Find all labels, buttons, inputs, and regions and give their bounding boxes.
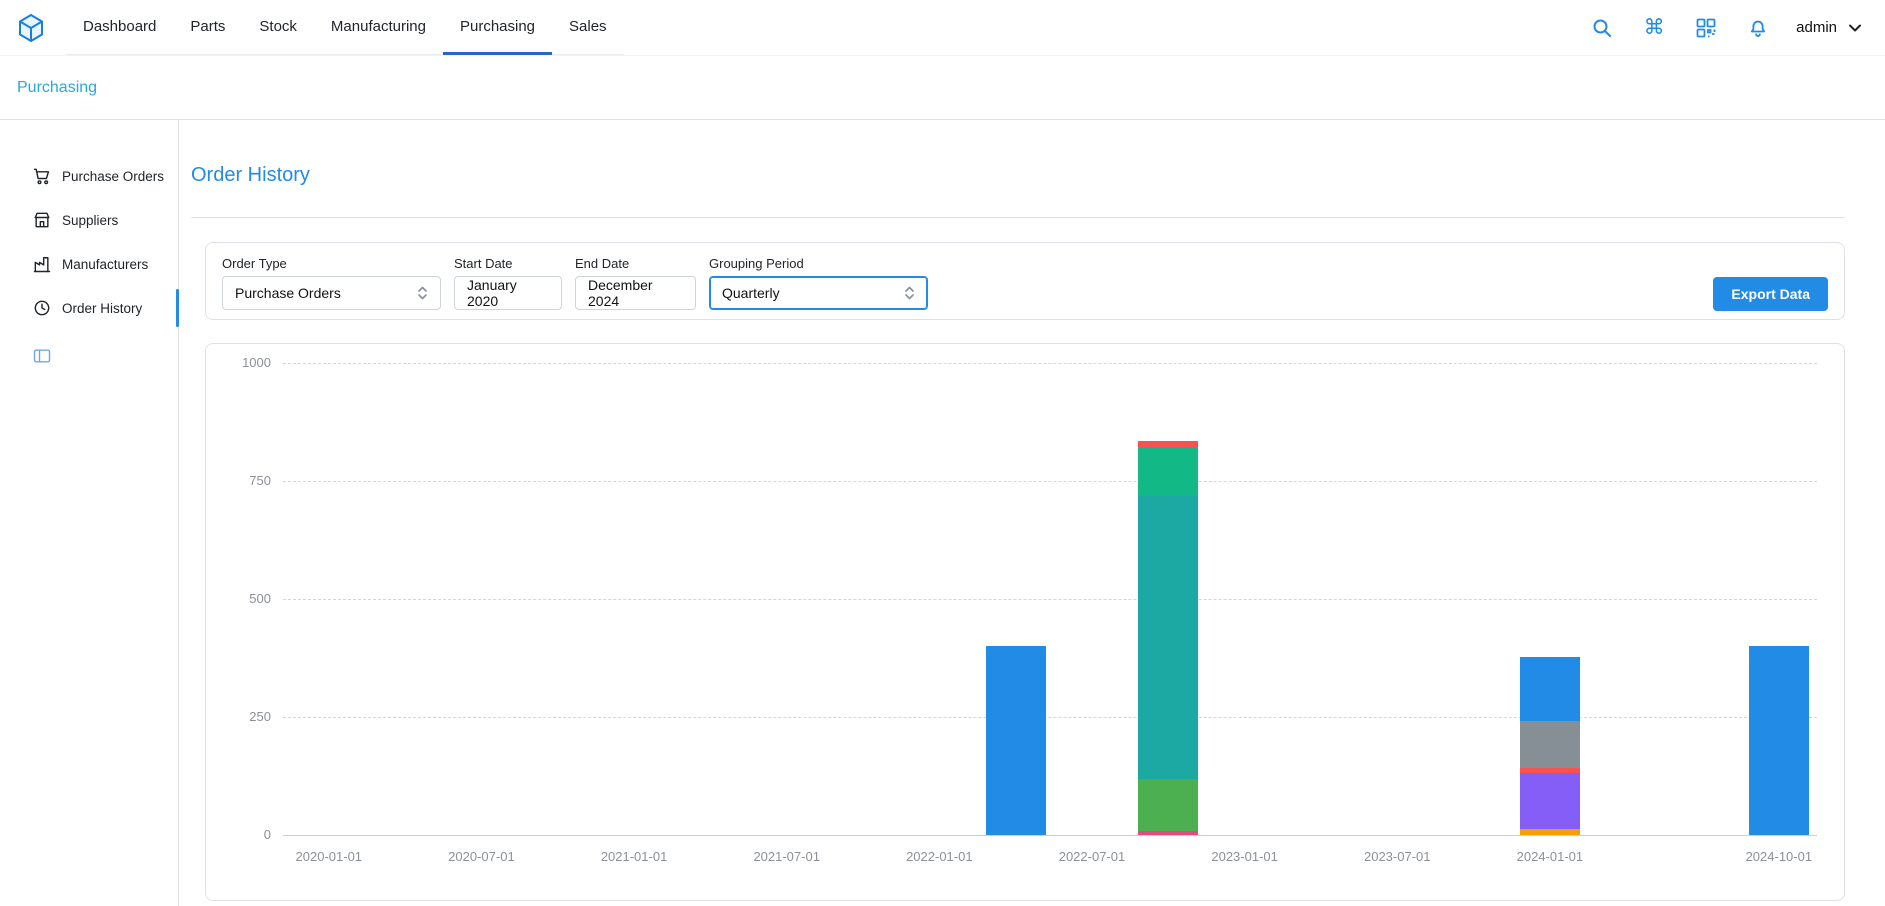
chevron-down-icon [1847, 20, 1863, 36]
start-date-input[interactable]: January 2020 [454, 276, 562, 310]
sidebar-item-suppliers[interactable]: Suppliers [0, 198, 178, 242]
user-name: admin [1796, 19, 1837, 36]
sidebar-collapse-icon[interactable] [32, 346, 54, 368]
end-date-value: December 2024 [588, 277, 683, 309]
bar-segment-2024-10-01-0[interactable] [1749, 646, 1809, 835]
sidebar-item-label: Manufacturers [62, 257, 148, 272]
x-tick-label: 2022-07-01 [1059, 849, 1126, 864]
qr-grid-icon[interactable] [1692, 14, 1720, 42]
tab-parts[interactable]: Parts [173, 0, 242, 55]
grouping-period-label: Grouping Period [709, 256, 928, 271]
search-icon[interactable] [1588, 14, 1616, 42]
order-history-panel: Order History Order Type Purchase Orders… [179, 120, 1885, 906]
order-type-group: Order Type Purchase Orders [222, 256, 441, 310]
bell-icon[interactable] [1744, 14, 1772, 42]
user-menu[interactable]: admin [1796, 19, 1863, 36]
chart-card: 0 250 500 750 1000 2020-01-01 2020-07-01 2021-0… [205, 343, 1845, 901]
tab-dashboard[interactable]: Dashboard [66, 0, 173, 55]
gridline-750 [283, 481, 1817, 482]
x-tick-label: 2022-01-01 [906, 849, 973, 864]
filter-card: Order Type Purchase Orders Start Date Ja… [205, 242, 1845, 320]
bar-segment-2022-10-01-2[interactable] [1138, 496, 1198, 779]
bar-segment-2022-10-01-3[interactable] [1138, 447, 1198, 497]
y-tick-label: 250 [206, 709, 271, 724]
order-type-select[interactable]: Purchase Orders [222, 276, 441, 310]
export-data-button[interactable]: Export Data [1713, 277, 1828, 311]
bar-2022-04-01[interactable] [986, 363, 1046, 835]
title-divider [191, 217, 1845, 218]
breadcrumb: Purchasing [0, 56, 1885, 120]
grouping-period-select[interactable]: Quarterly [709, 276, 928, 310]
storefront-icon [32, 210, 52, 230]
end-date-label: End Date [575, 256, 696, 271]
top-navbar: Dashboard Parts Stock Manufacturing Purc… [0, 0, 1885, 56]
app-logo[interactable] [16, 0, 46, 55]
bar-2024-10-01[interactable] [1749, 363, 1809, 835]
content-layout: Purchase Orders Suppliers Manufacturers [0, 120, 1885, 906]
x-tick-label: 2024-10-01 [1746, 849, 1813, 864]
x-tick-label: 2023-01-01 [1211, 849, 1278, 864]
order-type-value: Purchase Orders [235, 285, 341, 301]
sidebar-item-label: Suppliers [62, 213, 118, 228]
y-tick-label: 750 [206, 473, 271, 488]
bar-segment-2024-01-01-1[interactable] [1520, 773, 1580, 830]
x-tick-label: 2020-07-01 [448, 849, 515, 864]
main-nav-tabs: Dashboard Parts Stock Manufacturing Purc… [66, 0, 624, 55]
bar-segment-2024-01-01-3[interactable] [1520, 721, 1580, 768]
sidebar-item-purchase-orders[interactable]: Purchase Orders [0, 154, 178, 198]
end-date-group: End Date December 2024 [575, 256, 696, 310]
tab-manufacturing[interactable]: Manufacturing [314, 0, 443, 55]
selector-icon [417, 285, 428, 301]
page-title: Order History [191, 164, 1845, 187]
order-type-label: Order Type [222, 256, 441, 271]
sidebar-item-label: Order History [62, 301, 142, 316]
tab-sales[interactable]: Sales [552, 0, 624, 55]
grouping-period-group: Grouping Period Quarterly [709, 256, 928, 310]
x-tick-label: 2020-01-01 [296, 849, 363, 864]
breadcrumb-purchasing[interactable]: Purchasing [17, 79, 97, 97]
package-logo-icon [16, 13, 46, 43]
gridline-250 [283, 717, 1817, 718]
bar-2022-10-01[interactable] [1138, 363, 1198, 835]
y-tick-label: 500 [206, 591, 271, 606]
start-date-group: Start Date January 2020 [454, 256, 562, 310]
purchasing-sidebar: Purchase Orders Suppliers Manufacturers [0, 120, 179, 906]
gridline-500 [283, 599, 1817, 600]
sidebar-item-label: Purchase Orders [62, 169, 164, 184]
gridline-0 [283, 835, 1817, 836]
grouping-period-value: Quarterly [722, 285, 780, 301]
end-date-input[interactable]: December 2024 [575, 276, 696, 310]
x-tick-label: 2021-01-01 [601, 849, 668, 864]
bar-segment-2022-04-01-0[interactable] [986, 646, 1046, 835]
gridline-1000 [283, 363, 1817, 364]
x-tick-label: 2023-07-01 [1364, 849, 1431, 864]
bar-segment-2022-10-01-1[interactable] [1138, 779, 1198, 831]
y-tick-label: 1000 [206, 355, 271, 370]
x-tick-label: 2024-01-01 [1517, 849, 1584, 864]
navbar-actions: ⌘ admin [1588, 0, 1863, 55]
shopping-cart-icon [32, 166, 52, 186]
history-clock-icon [32, 298, 52, 318]
x-tick-label: 2021-07-01 [753, 849, 820, 864]
sidebar-item-order-history[interactable]: Order History [0, 286, 178, 330]
bar-segment-2024-01-01-4[interactable] [1520, 657, 1580, 721]
start-date-label: Start Date [454, 256, 562, 271]
tab-purchasing[interactable]: Purchasing [443, 0, 552, 55]
bar-2024-01-01[interactable] [1520, 363, 1580, 835]
y-tick-label: 0 [206, 827, 271, 842]
sidebar-item-manufacturers[interactable]: Manufacturers [0, 242, 178, 286]
tab-stock[interactable]: Stock [242, 0, 314, 55]
selector-icon [904, 285, 915, 301]
start-date-value: January 2020 [467, 277, 549, 309]
bar-segment-2022-10-01-4[interactable] [1138, 441, 1198, 447]
bar-segment-2022-10-01-0[interactable] [1138, 831, 1198, 835]
factory-icon [32, 254, 52, 274]
bar-segment-2024-01-01-2[interactable] [1520, 768, 1580, 773]
bar-segment-2024-01-01-0[interactable] [1520, 829, 1580, 835]
command-icon[interactable]: ⌘ [1640, 14, 1668, 42]
